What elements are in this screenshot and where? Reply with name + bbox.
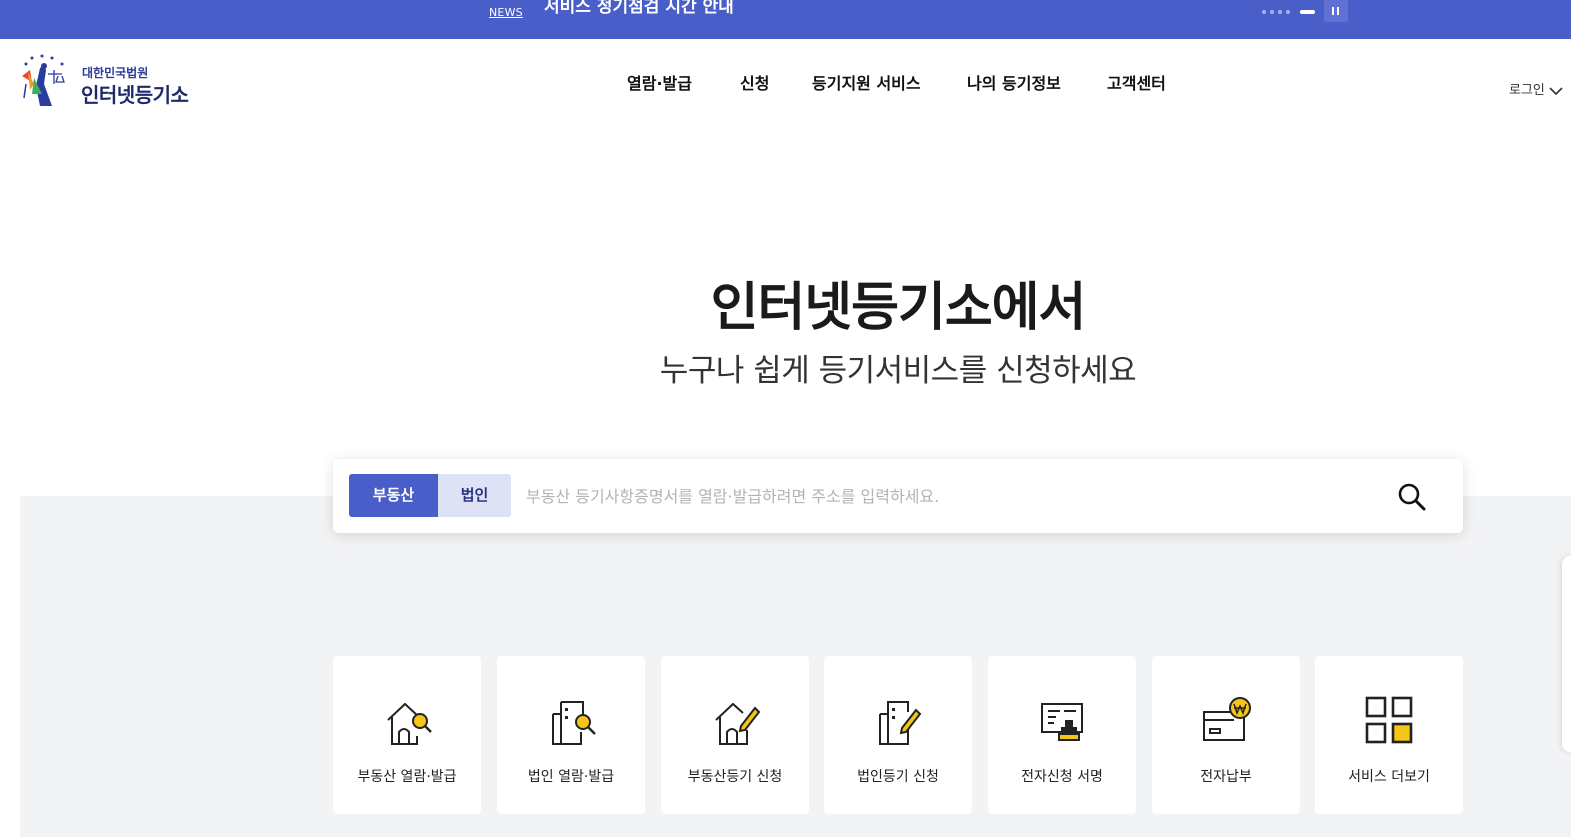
building-pencil-icon xyxy=(879,701,922,745)
quick-menu-card[interactable]: 부동산등기 신청 xyxy=(661,656,809,814)
hero-title: 인터넷등기소에서 xyxy=(710,278,1087,338)
document-stamp-icon xyxy=(1041,703,1083,741)
login-button[interactable]: 로그인 xyxy=(1509,79,1563,98)
quick-menu: 부동산 열람·발급 법인 열람·발급 부동산등기 신청 법인등기 신청 전자신청… xyxy=(333,656,1463,814)
news-pagination xyxy=(1262,10,1322,16)
grid-icon xyxy=(1365,696,1413,744)
quick-menu-label: 부동산 열람·발급 xyxy=(357,769,457,785)
quick-menu-label: 부동산등기 신청 xyxy=(687,769,783,785)
quick-menu-label: 전자납부 xyxy=(1200,769,1252,785)
header: 대한민국법원 인터넷등기소 열람·발급 신청 등기지원 서비스 나의 등기정보 … xyxy=(0,39,1571,129)
news-dot[interactable] xyxy=(1278,10,1282,14)
search-box: 부동산 법인 xyxy=(333,459,1463,533)
search-icon xyxy=(1398,483,1426,511)
quick-menu-card[interactable]: 부동산 열람·발급 xyxy=(333,656,481,814)
nav-item-support-services[interactable]: 등기지원 서비스 xyxy=(812,70,921,94)
house-pencil-icon xyxy=(715,702,761,745)
quick-menu-card[interactable]: 서비스 더보기 xyxy=(1315,656,1463,814)
quick-menu-card[interactable]: 전자신청 서명 xyxy=(988,656,1136,814)
quick-menu-label: 전자신청 서명 xyxy=(1021,769,1103,785)
main-navigation: 열람·발급 신청 등기지원 서비스 나의 등기정보 고객센터 xyxy=(0,70,1571,94)
tab-real-estate[interactable]: 부동산 xyxy=(349,474,438,517)
search-button[interactable] xyxy=(1396,481,1428,513)
chevron-down-icon xyxy=(1549,86,1563,95)
nav-item-view-issue[interactable]: 열람·발급 xyxy=(627,70,692,94)
tab-corporation[interactable]: 법인 xyxy=(438,474,511,517)
news-headline-link[interactable]: 서비스 정기점검 시간 안내 xyxy=(544,0,734,17)
address-search-input[interactable] xyxy=(526,479,1386,513)
quick-menu-label: 법인등기 신청 xyxy=(857,769,939,785)
card-won-icon xyxy=(1203,697,1251,741)
pause-icon xyxy=(1332,7,1334,15)
news-dot[interactable] xyxy=(1262,10,1266,14)
news-pause-button[interactable] xyxy=(1324,0,1348,22)
quick-menu-label: 서비스 더보기 xyxy=(1348,769,1430,785)
nav-item-customer-center[interactable]: 고객센터 xyxy=(1107,70,1166,94)
nav-item-apply[interactable]: 신청 xyxy=(740,70,769,94)
quick-menu-card[interactable]: 법인등기 신청 xyxy=(824,656,972,814)
side-panel-edge[interactable] xyxy=(1562,556,1571,752)
hero-subtitle: 누구나 쉽게 등기서비스를 신청하세요 xyxy=(659,353,1137,389)
news-dot[interactable] xyxy=(1270,10,1274,14)
pause-icon-bar xyxy=(1337,7,1339,15)
news-tag: NEWS xyxy=(489,6,523,19)
quick-menu-label: 법인 열람·발급 xyxy=(527,769,615,785)
login-label: 로그인 xyxy=(1509,83,1545,98)
news-dot[interactable] xyxy=(1286,10,1290,14)
quick-menu-card[interactable]: 법인 열람·발급 xyxy=(497,656,645,814)
nav-item-my-info[interactable]: 나의 등기정보 xyxy=(967,70,1061,94)
house-search-icon xyxy=(387,702,432,745)
news-bar: NEWS 서비스 정기점검 시간 안내 xyxy=(0,0,1571,39)
building-search-icon xyxy=(552,701,596,745)
quick-menu-card[interactable]: 전자납부 xyxy=(1152,656,1300,814)
news-dot-active[interactable] xyxy=(1300,10,1315,14)
